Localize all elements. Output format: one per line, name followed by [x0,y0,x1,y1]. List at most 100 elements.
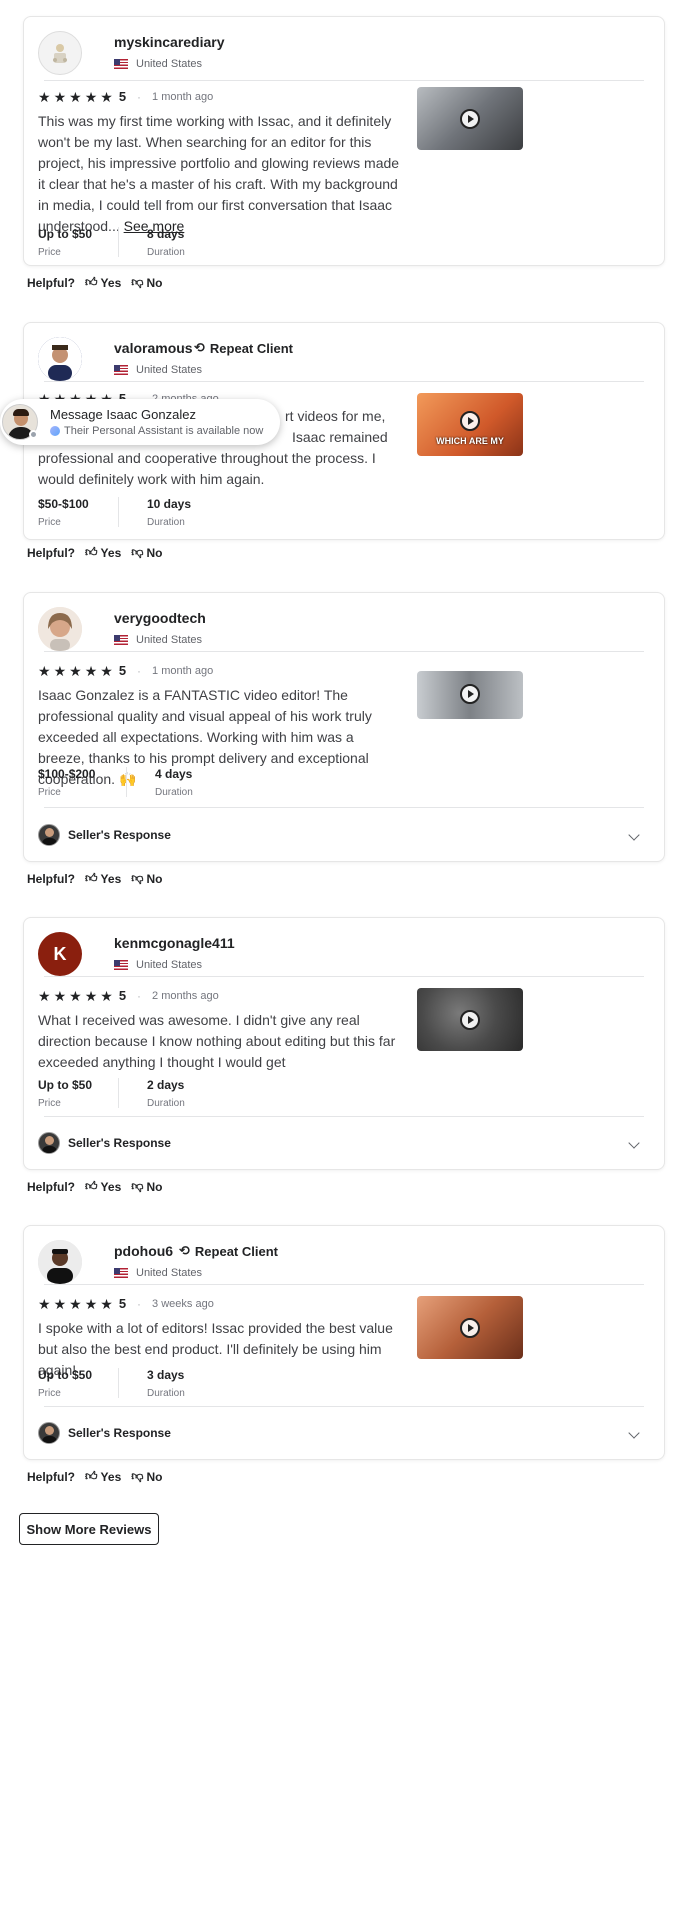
divider [118,227,119,257]
reviewer-photo-icon [38,337,82,381]
review-card: K kenmcgonagle411 United States ★ ★ ★ ★ … [23,917,665,1170]
separator-dot: · [137,988,142,1003]
price-value: $50-$100 [38,497,89,511]
chevron-down-icon[interactable] [628,1137,640,1149]
seller-response-label: Seller's Response [68,1136,171,1150]
reviewer-avatar[interactable] [38,1240,82,1284]
repeat-client-badge: ⟲ Repeat Client [179,1243,278,1259]
thumbnail-caption: WHICH ARE MY [436,436,504,446]
duration-value: 4 days [155,767,193,781]
helpful-yes-button[interactable]: 👍︎ Yes [85,545,121,560]
thumbs-down-icon: 👎︎ [131,1179,144,1193]
online-status-icon [29,430,38,439]
helpful-no-button[interactable]: 👎︎ No [131,871,162,886]
play-icon[interactable] [460,1318,480,1338]
review-card: verygoodtech United States ★ ★ ★ ★ ★ 5 ·… [23,592,665,862]
message-seller-popup[interactable]: Message Isaac Gonzalez Their Personal As… [0,399,280,445]
review-video-thumbnail[interactable] [417,87,523,150]
reviewer-username[interactable]: pdohou6 [114,1243,173,1259]
helpful-label: Helpful? [27,1469,75,1484]
seller-avatar [38,1132,60,1154]
separator-dot: · [182,338,187,354]
star-icon: ★ [38,662,51,679]
reviewer-username[interactable]: verygoodtech [114,610,206,626]
divider [44,976,644,977]
message-popup-subtitle: Their Personal Assistant is available no… [64,425,264,437]
price-label: Price [38,787,61,798]
duration-label: Duration [147,1098,185,1109]
star-icon: ★ [69,1295,82,1312]
star-icon: ★ [38,1295,51,1312]
divider [44,807,644,808]
helpful-yes-button[interactable]: 👍︎ Yes [85,275,121,290]
seller-avatar [38,1422,60,1444]
seller-response-label: Seller's Response [68,828,171,842]
review-video-thumbnail[interactable] [417,671,523,719]
helpful-yes-button[interactable]: 👍︎ Yes [85,1469,121,1484]
price-label: Price [38,1388,61,1399]
thumbs-up-icon: 👍︎ [85,275,98,289]
thumbs-up-icon: 👍︎ [85,545,98,559]
rating-value: 5 [118,1296,127,1311]
reviewer-country: United States [114,959,202,971]
thumbs-down-icon: 👎︎ [131,545,144,559]
review-meta: Up to $50 Price 8 days Duration [38,227,227,258]
helpful-no-button[interactable]: 👎︎ No [131,545,162,560]
helpful-no-button[interactable]: 👎︎ No [131,1179,162,1194]
helpful-label: Helpful? [27,275,75,290]
star-icon: ★ [53,1295,67,1312]
us-flag-icon [114,635,128,645]
rating-row: ★ ★ ★ ★ ★ 5 · 3 weeks ago [38,1296,214,1311]
rating-row: ★ ★ ★ ★ ★ 5 · 1 month ago [38,89,213,104]
reviewer-avatar[interactable]: K [38,932,82,976]
play-icon[interactable] [460,411,480,431]
chevron-down-icon[interactable] [628,829,640,841]
divider [118,497,119,527]
reviewer-avatar[interactable] [38,337,82,381]
review-card: pdohou6 · ⟲ Repeat Client United States … [23,1225,665,1460]
seller-response-toggle[interactable]: Seller's Response [38,810,644,860]
review-video-thumbnail[interactable] [417,1296,523,1359]
rating-value: 5 [118,988,127,1003]
review-video-thumbnail[interactable]: WHICH ARE MY [417,393,523,456]
reviewer-username[interactable]: kenmcgonagle411 [114,935,235,951]
chevron-down-icon[interactable] [628,1427,640,1439]
star-icon: ★ [53,662,67,679]
helpful-label: Helpful? [27,871,75,886]
separator-dot: · [167,1241,172,1257]
play-icon[interactable] [460,684,480,704]
separator-dot: · [137,89,142,104]
assistant-icon [50,426,60,436]
helpful-no-button[interactable]: 👎︎ No [131,1469,162,1484]
separator-dot: · [137,663,142,678]
helpful-yes-button[interactable]: 👍︎ Yes [85,1179,121,1194]
helpful-row: Helpful? 👍︎ Yes 👎︎ No [27,1179,162,1194]
reviewer-avatar[interactable] [38,31,82,75]
play-icon[interactable] [460,109,480,129]
repeat-icon: ⟲ [194,340,205,355]
divider [44,80,644,81]
divider [44,651,644,652]
helpful-yes-button[interactable]: 👍︎ Yes [85,871,121,886]
helpful-row: Helpful? 👍︎ Yes 👎︎ No [27,545,162,560]
review-time: 3 weeks ago [152,1297,214,1310]
reviewer-username[interactable]: valoramous [114,340,193,356]
repeat-client-badge: ⟲ Repeat Client [194,340,293,356]
review-video-thumbnail[interactable] [417,988,523,1051]
us-flag-icon [114,1268,128,1278]
reviewer-avatar[interactable] [38,607,82,651]
review-meta: $50-$100 Price 10 days Duration [38,497,227,528]
price-value: Up to $50 [38,1368,93,1382]
seller-response-toggle[interactable]: Seller's Response [38,1408,644,1458]
review-meta: Up to $50 Price 2 days Duration [38,1078,227,1109]
duration-value: 2 days [147,1078,185,1092]
review-time: 1 month ago [152,90,214,103]
review-meta: $100-$200 Price 4 days Duration [38,767,235,798]
helpful-label: Helpful? [27,1179,75,1194]
play-icon[interactable] [460,1010,480,1030]
helpful-no-button[interactable]: 👎︎ No [131,275,162,290]
reviewer-username[interactable]: myskincarediary [114,34,225,50]
seller-response-toggle[interactable]: Seller's Response [38,1118,644,1168]
divider [44,1284,644,1285]
show-more-reviews-button[interactable]: Show More Reviews [19,1513,159,1545]
